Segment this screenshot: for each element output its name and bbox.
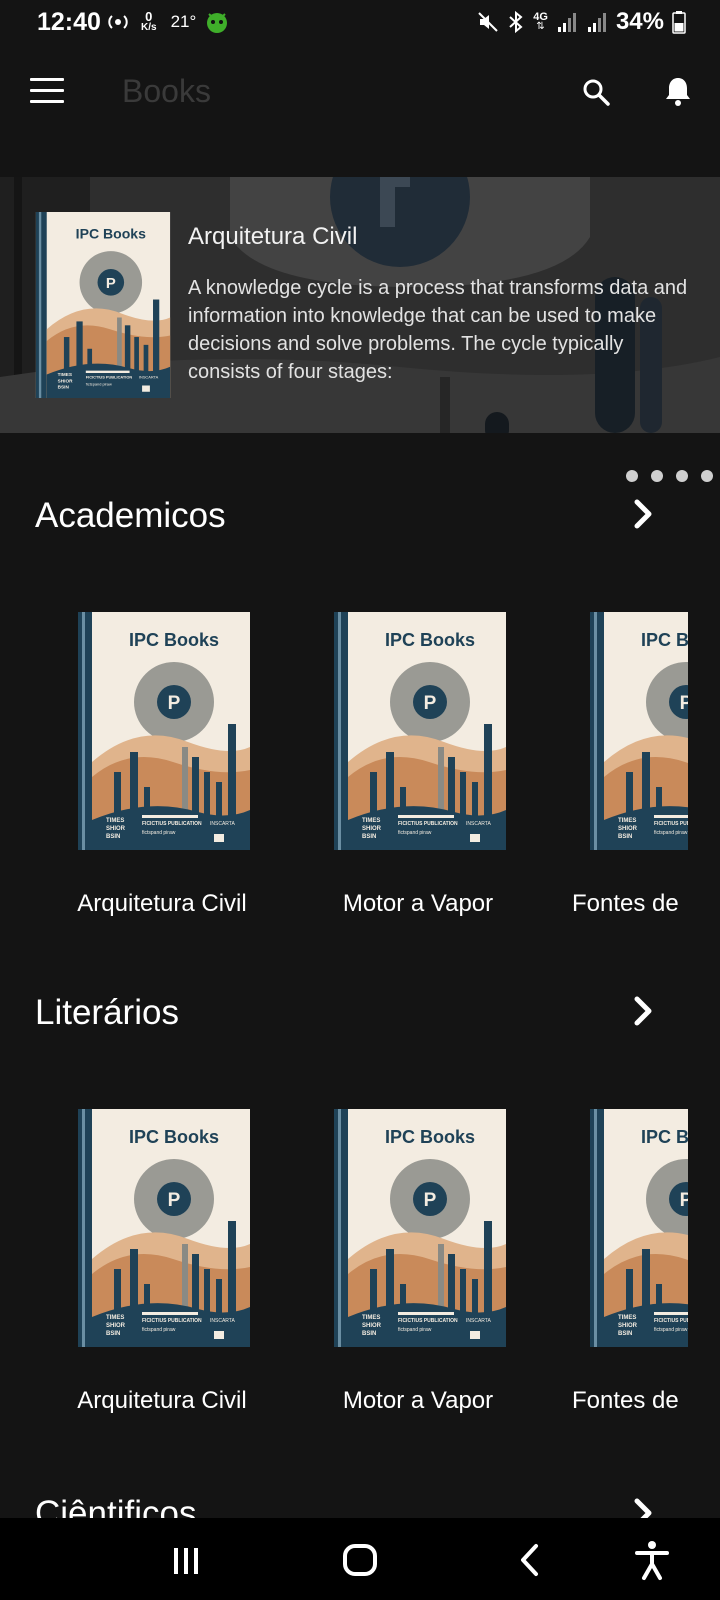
- status-left-icons: 0 K/s 21°: [107, 10, 230, 34]
- book-cover: [590, 1109, 688, 1347]
- menu-icon-line: [30, 78, 64, 81]
- book-cover: [590, 612, 688, 850]
- accessibility-icon[interactable]: [630, 1538, 674, 1582]
- menu-icon[interactable]: [30, 78, 64, 104]
- book-title: Arquitetura Civil: [77, 1387, 247, 1414]
- hero-book-cover: [35, 212, 171, 398]
- network-type: 4G ⇅: [533, 12, 548, 32]
- home-icon[interactable]: [338, 1538, 382, 1582]
- signal-icon: [557, 13, 576, 32]
- chevron-right-icon[interactable]: [628, 994, 658, 1028]
- book-cover: [78, 1109, 250, 1347]
- mute-icon: [478, 12, 498, 32]
- carousel-pagination: [626, 470, 713, 482]
- battery-icon: [672, 11, 686, 34]
- book-title: Motor a Vapor: [342, 890, 494, 917]
- status-time: 12:40: [37, 8, 101, 36]
- hero-title: Arquitetura Civil: [188, 223, 358, 250]
- menu-icon-line: [30, 100, 64, 103]
- bluetooth-icon: [509, 10, 523, 34]
- carousel-dot[interactable]: [676, 470, 688, 482]
- temperature: 21°: [170, 12, 197, 31]
- chevron-right-icon[interactable]: [628, 497, 658, 531]
- bell-icon[interactable]: [662, 74, 694, 108]
- book-cover-clip: [590, 1109, 688, 1347]
- book-cover-clip: [590, 612, 688, 850]
- search-icon[interactable]: [580, 76, 612, 108]
- carousel-dot[interactable]: [626, 470, 638, 482]
- section-title-academicos: Academicos: [35, 496, 226, 535]
- network-speed-unit: K/s: [141, 22, 157, 33]
- system-nav-bar: [0, 1518, 720, 1600]
- book-cover: [334, 612, 506, 850]
- book-row-academicos: Arquitetura Civil Motor a Vapor Fontes d…: [0, 612, 720, 932]
- book-row-literarios: Arquitetura Civil Motor a Vapor Fontes d…: [0, 1109, 720, 1429]
- book-cover: [334, 1109, 506, 1347]
- signal-icon-2: [587, 13, 606, 32]
- recent-apps-icon[interactable]: [164, 1538, 208, 1582]
- book-title: Fontes de: [572, 1387, 679, 1414]
- menu-icon-line: [30, 89, 64, 92]
- android-robot-icon: [207, 13, 228, 33]
- back-icon[interactable]: [510, 1538, 554, 1582]
- book-title: Fontes de: [572, 890, 679, 917]
- hotspot-icon: [108, 15, 128, 29]
- status-right-icons: 4G ⇅ 34%: [477, 8, 686, 36]
- carousel-dot[interactable]: [701, 470, 713, 482]
- section-title-literarios: Literários: [35, 993, 179, 1032]
- app-bar: Books: [0, 48, 720, 172]
- book-title: Arquitetura Civil: [77, 890, 247, 917]
- hero-carousel[interactable]: Arquitetura Civil A knowledge cycle is a…: [0, 177, 720, 433]
- data-arrows-icon: ⇅: [536, 21, 545, 32]
- carousel-dot[interactable]: [651, 470, 663, 482]
- book-title: Motor a Vapor: [342, 1387, 494, 1414]
- page-title: Books: [122, 73, 211, 109]
- network-speed-value: 0: [145, 9, 153, 24]
- status-bar: 12:40 0 K/s 21° 4G ⇅ 34%: [0, 0, 720, 48]
- hero-description: A knowledge cycle is a process that tran…: [188, 277, 688, 383]
- book-cover: [78, 612, 250, 850]
- network-speed: 0 K/s: [141, 9, 157, 33]
- battery-percent: 34%: [615, 8, 664, 35]
